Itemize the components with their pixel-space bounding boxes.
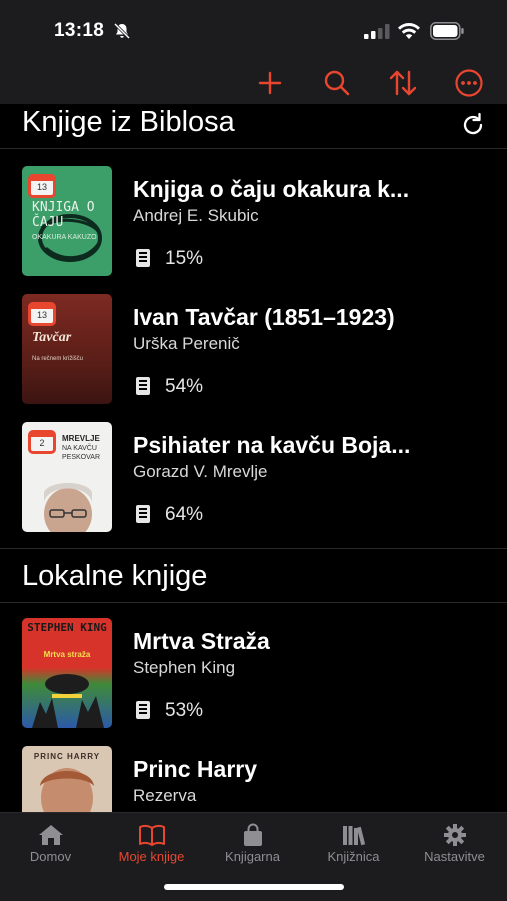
- portrait-illustration: [40, 768, 94, 812]
- tab-settings[interactable]: Nastavitve: [404, 819, 505, 869]
- book-cover: MREVLJE NA KAVČU PESKOVAR 2: [22, 422, 112, 532]
- book-title: Knjiga o čaju okakura k...: [133, 176, 410, 202]
- tab-label: Moje knjige: [118, 849, 185, 864]
- section-header-biblos: Knjige iz Biblosa: [0, 104, 507, 148]
- tab-home[interactable]: Domov: [0, 819, 101, 869]
- book-item[interactable]: Tavčar Na rečnem križišču 13 Ivan Tavčar…: [0, 294, 507, 412]
- tab-library[interactable]: Knjižnica: [303, 819, 404, 869]
- more-button[interactable]: [452, 66, 486, 100]
- book-author: Gorazd V. Mrevlje: [133, 462, 268, 481]
- book-title: Ivan Tavčar (1851–1923): [133, 304, 395, 330]
- loan-days-badge: 13: [28, 174, 56, 198]
- book-author: Rezerva: [133, 786, 197, 805]
- book-author: Urška Perenič: [133, 334, 240, 353]
- loan-days-badge: 13: [28, 302, 56, 326]
- book-item[interactable]: KNJIGA O ČAJU OKAKURA KAKUZO 13 Knjiga o…: [0, 166, 507, 284]
- book-open-icon: [138, 824, 165, 846]
- tab-label: Knjigarna: [225, 849, 280, 864]
- section-header-local: Lokalne knjige: [0, 558, 507, 602]
- book-cover: STEPHEN KING Mrtva straža: [22, 618, 112, 728]
- section-title: Lokalne knjige: [22, 560, 208, 592]
- reading-progress: 53%: [165, 700, 204, 721]
- reading-progress-icon: [136, 505, 150, 523]
- loan-days-badge: 2: [28, 430, 56, 454]
- book-author: Stephen King: [133, 658, 236, 677]
- tab-label: Knjižnica: [327, 849, 380, 864]
- reading-progress: 64%: [165, 504, 204, 525]
- reading-progress-icon: [136, 377, 150, 395]
- book-title: Princ Harry: [133, 756, 258, 782]
- book-item[interactable]: STEPHEN KING Mrtva straža Mrtva Straža S…: [0, 618, 507, 736]
- cover-title: Tavčar: [32, 330, 72, 345]
- tab-bookstore[interactable]: Knjigarna: [202, 819, 303, 869]
- tab-label: Nastavitve: [424, 849, 485, 864]
- cover-subtitle: Na rečnem križišču: [32, 356, 84, 362]
- tab-label: Domov: [29, 849, 72, 864]
- search-icon: [324, 70, 350, 96]
- status-time: 13:18: [54, 20, 105, 41]
- more-icon: [455, 69, 483, 97]
- divider: [0, 548, 507, 549]
- tab-my-books[interactable]: Moje knjige: [101, 819, 202, 869]
- cover-title: KNJIGA O ČAJU: [32, 200, 95, 230]
- plus-icon: [258, 71, 282, 95]
- library-icon: [342, 826, 365, 846]
- cover-illustration: [32, 674, 104, 728]
- book-list: Knjige iz Biblosa KNJIGA O ČAJU OKAKURA …: [0, 104, 507, 812]
- book-cover: PRINC HARRY: [22, 746, 112, 812]
- book-item[interactable]: MREVLJE NA KAVČU PESKOVAR 2 Psihiater na…: [0, 422, 507, 540]
- reading-progress-icon: [136, 701, 150, 719]
- search-button[interactable]: [320, 66, 354, 100]
- home-icon: [38, 825, 63, 845]
- reading-progress: 15%: [165, 248, 204, 269]
- battery-icon: [430, 22, 464, 40]
- top-toolbar: [0, 62, 507, 104]
- gear-icon: [443, 824, 466, 846]
- reading-progress-icon: [136, 249, 150, 267]
- book-cover: Tavčar Na rečnem križišču 13: [22, 294, 112, 404]
- cellular-signal-icon: [364, 24, 390, 39]
- divider: [0, 148, 507, 149]
- book-item[interactable]: PRINC HARRY Princ Harry Rezerva: [0, 746, 507, 812]
- reading-progress: 54%: [165, 376, 204, 397]
- shopping-bag-icon: [243, 823, 262, 846]
- add-button[interactable]: [253, 66, 287, 100]
- bell-muted-icon: [113, 22, 131, 40]
- refresh-icon[interactable]: [458, 110, 488, 140]
- sort-button[interactable]: [386, 66, 420, 100]
- cover-subtitle: OKAKURA KAKUZO: [32, 234, 97, 241]
- home-indicator: [164, 884, 344, 890]
- book-title: Mrtva Straža: [133, 628, 270, 654]
- section-title: Knjige iz Biblosa: [22, 106, 235, 138]
- book-title: Psihiater na kavču Boja...: [133, 432, 411, 458]
- book-author: Andrej E. Skubic: [133, 206, 259, 225]
- book-cover: KNJIGA O ČAJU OKAKURA KAKUZO 13: [22, 166, 112, 276]
- divider: [0, 602, 507, 603]
- wifi-icon: [398, 23, 420, 39]
- status-bar: 13:18: [0, 0, 507, 62]
- sort-icon: [389, 70, 417, 96]
